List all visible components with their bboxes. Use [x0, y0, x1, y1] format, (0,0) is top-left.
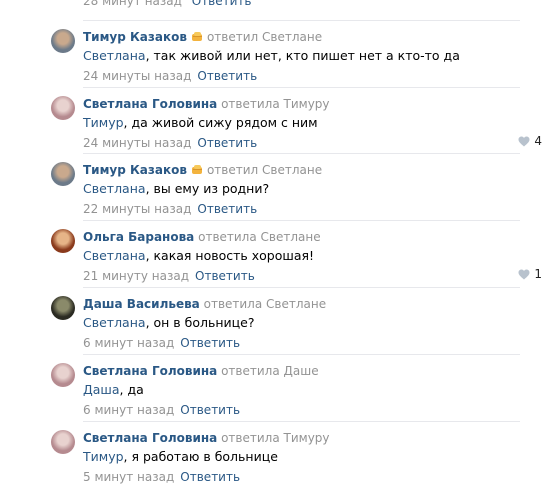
comment-body: Светлана Головина ответила Даше Даша, да 6…	[83, 363, 520, 418]
reply-button[interactable]: Ответить	[197, 136, 257, 150]
comment-time[interactable]: 24 минуты назад	[83, 136, 191, 150]
reply-button[interactable]: Ответить	[197, 69, 257, 83]
comment-body: Тимур Казаков ответил Светлане Светлана, в…	[83, 162, 520, 217]
comment-footer: 22 минуты назад Ответить	[83, 201, 520, 217]
comment-header: Тимур Казаков ответил Светлане	[83, 29, 520, 45]
comment-time[interactable]: 5 минут назад	[83, 470, 174, 484]
avatar[interactable]	[51, 229, 75, 253]
comment-text-body: , я работаю в больнице	[123, 449, 278, 464]
comment-footer: 24 минуты назад Ответить	[83, 135, 520, 151]
comment-text: Светлана, так живой или нет, кто пишет н…	[83, 48, 520, 64]
reply-to-label[interactable]: ответила Тимуру	[221, 97, 329, 111]
comment-text: Светлана, какая новость хорошая!	[83, 248, 520, 264]
comment-text: Даша, да	[83, 382, 520, 398]
comment-time[interactable]: 6 минут назад	[83, 336, 174, 350]
comment-header: Светлана Головина ответила Тимуру	[83, 96, 520, 112]
author-name[interactable]: Светлана Головина	[83, 97, 217, 111]
comment-text: Светлана, он в больнице?	[83, 315, 520, 331]
mention-link[interactable]: Светлана	[83, 315, 146, 330]
reply-button[interactable]: Ответить	[180, 470, 240, 484]
reply-to-label[interactable]: ответила Светлане	[204, 297, 327, 311]
like-count: 1	[534, 267, 542, 281]
comment-divider	[83, 287, 520, 288]
comment-body: Ольга Баранова ответила Светлане Светлана…	[83, 229, 520, 284]
comment-text-body: , да	[119, 382, 144, 397]
reply-to-label[interactable]: ответил Светлане	[207, 163, 322, 177]
mention-link[interactable]: Даша	[83, 382, 120, 397]
mention-link[interactable]: Светлана	[83, 248, 146, 263]
reply-button[interactable]: Ответить	[192, 0, 252, 8]
comment-footer: 6 минут назад Ответить	[83, 335, 520, 351]
avatar[interactable]	[51, 296, 75, 320]
like-button[interactable]: 1	[518, 266, 542, 282]
author-name[interactable]: Светлана Головина	[83, 364, 217, 378]
comment-text: Тимур, да живой сижу рядом с ним	[83, 115, 520, 131]
comment-footer: 21 минуту назад Ответить	[83, 268, 520, 284]
comment-footer: 5 минут назад Ответить	[83, 469, 520, 485]
comment-time[interactable]: 22 минуты назад	[83, 202, 191, 216]
mention-link[interactable]: Светлана	[83, 48, 146, 63]
like-count: 4	[534, 134, 542, 148]
reply-to-label[interactable]: ответил Светлане	[207, 30, 322, 44]
comment-text-body: , да живой сижу рядом с ним	[123, 115, 318, 130]
comment-text-body: , он в больнице?	[145, 315, 255, 330]
comment-divider	[83, 354, 520, 355]
comment-header: Ольга Баранова ответила Светлане	[83, 229, 520, 245]
comment-time: 28 минут назад	[83, 0, 182, 8]
comment-text-body: , какая новость хорошая!	[145, 248, 315, 263]
comment-body: Светлана Головина ответила Тимуру Тимур, …	[83, 430, 520, 485]
comment-divider	[83, 220, 520, 221]
mention-link[interactable]: Тимур	[83, 115, 124, 130]
comment-footer: 24 минуты назад Ответить	[83, 68, 520, 84]
reply-to-label[interactable]: ответила Светлане	[198, 230, 321, 244]
comment-time[interactable]: 6 минут назад	[83, 403, 174, 417]
comment-body: Даша Васильева ответила Светлане Светлана…	[83, 296, 520, 351]
reply-button[interactable]: Ответить	[180, 403, 240, 417]
comment-body: Тимур Казаков ответил Светлане Светлана, т…	[83, 29, 520, 84]
comment-header: Даша Васильева ответила Светлане	[83, 296, 520, 312]
comment-text: Светлана, вы ему из родни?	[83, 181, 520, 197]
comment-time[interactable]: 21 минуту назад	[83, 269, 189, 283]
heart-icon	[518, 136, 530, 147]
comment-divider	[83, 87, 520, 88]
author-name[interactable]: Ольга Баранова	[83, 230, 194, 244]
comment-text-body: , вы ему из родни?	[145, 181, 270, 196]
author-name[interactable]: Тимур Казаков	[83, 30, 187, 44]
comment-text-body: , так живой или нет, кто пишет нет а кто…	[145, 48, 460, 63]
comment-header: Тимур Казаков ответил Светлане	[83, 162, 520, 178]
reply-button[interactable]: Ответить	[195, 269, 255, 283]
avatar[interactable]	[51, 162, 75, 186]
comment-body: Светлана Головина ответила Тимуру Тимур, …	[83, 96, 520, 151]
comment-time[interactable]: 24 минуты назад	[83, 69, 191, 83]
avatar[interactable]	[51, 363, 75, 387]
comment-header: Светлана Головина ответила Тимуру	[83, 430, 520, 446]
comment-footer: 6 минут назад Ответить	[83, 402, 520, 418]
like-button[interactable]: 4	[518, 133, 542, 149]
mention-link[interactable]: Тимур	[83, 449, 124, 464]
heart-icon	[518, 269, 530, 280]
reply-button[interactable]: Ответить	[180, 336, 240, 350]
avatar[interactable]	[51, 96, 75, 120]
comment-text: Тимур, я работаю в больнице	[83, 449, 520, 465]
avatar[interactable]	[51, 29, 75, 53]
previous-comment-footer: 28 минут назад Ответить	[83, 0, 252, 8]
author-name[interactable]: Светлана Головина	[83, 431, 217, 445]
reply-to-label[interactable]: ответила Даше	[221, 364, 319, 378]
comment-divider	[83, 421, 520, 422]
comment-header: Светлана Головина ответила Даше	[83, 363, 520, 379]
gift-icon[interactable]	[191, 30, 204, 41]
reply-button[interactable]: Ответить	[197, 202, 257, 216]
author-name[interactable]: Тимур Казаков	[83, 163, 187, 177]
reply-to-label[interactable]: ответила Тимуру	[221, 431, 329, 445]
avatar[interactable]	[51, 430, 75, 454]
mention-link[interactable]: Светлана	[83, 181, 146, 196]
comment-divider	[83, 20, 520, 21]
author-name[interactable]: Даша Васильева	[83, 297, 200, 311]
gift-icon[interactable]	[191, 163, 204, 174]
comment-divider	[83, 153, 520, 154]
